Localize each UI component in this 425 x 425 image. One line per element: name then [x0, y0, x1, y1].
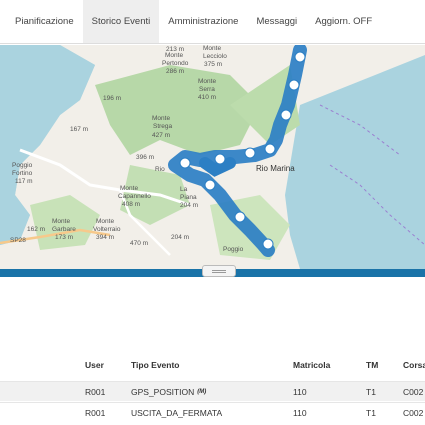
map-label: 408 m	[122, 201, 140, 208]
table-row[interactable]: R001 GPS_POSITION (M) 110 T1 C002	[0, 381, 425, 401]
col-matricola[interactable]: Matricola	[293, 352, 330, 378]
resize-handle[interactable]	[202, 265, 236, 277]
col-tm[interactable]: TM	[366, 352, 378, 378]
map-label: Strega	[153, 123, 173, 130]
route-line	[199, 157, 236, 177]
bus-marker	[179, 157, 191, 169]
col-user[interactable]: User	[85, 352, 104, 378]
cell-user: R001	[85, 407, 106, 418]
map-label: Monte	[198, 78, 216, 85]
map-label: Monte	[52, 218, 70, 225]
cell-tipo: GPS_POSITION (M)	[131, 382, 206, 401]
map-label: 117 m	[15, 178, 33, 185]
bus-marker	[214, 153, 226, 165]
col-corsa[interactable]: Corsa	[403, 352, 425, 378]
col-tipo-evento[interactable]: Tipo Evento	[131, 352, 180, 378]
map-label: Garbare	[52, 226, 76, 233]
map-label: 394 m	[96, 234, 114, 241]
cell-tm: T1	[366, 386, 376, 397]
map-canvas: 213 m Monte Pertondo 286 m Monte Lecciol…	[0, 45, 425, 269]
bus-marker	[264, 143, 276, 155]
map-label: Fortino	[12, 170, 33, 177]
cell-corsa: C002	[403, 386, 424, 397]
map-label: 162 m	[27, 226, 45, 233]
bus-marker	[234, 211, 246, 223]
map-label: 173 m	[55, 234, 73, 241]
tab-label: Pianificazione	[15, 16, 74, 27]
map-label: Rio	[155, 166, 165, 173]
map-label: 167 m	[70, 126, 88, 133]
map-label: Capannello	[118, 193, 151, 200]
tab-label: Amministrazione	[168, 16, 239, 27]
map-label: Poggio	[12, 162, 33, 169]
tab-aggiorn[interactable]: Aggiorn. OFF	[306, 0, 381, 43]
bus-marker	[294, 51, 306, 63]
map-label: Rio Marina	[256, 164, 295, 173]
map-label: Monte	[96, 218, 114, 225]
map-label: 427 m	[152, 132, 170, 139]
cell-tipo: USCITA_DA_FERMATA	[131, 407, 223, 418]
bus-marker	[288, 79, 300, 91]
tab-amministrazione[interactable]: Amministrazione	[159, 0, 247, 43]
tab-label: Storico Eventi	[91, 16, 151, 27]
map-view[interactable]: 213 m Monte Pertondo 286 m Monte Lecciol…	[0, 45, 425, 269]
cell-matricola: 110	[293, 407, 307, 418]
map-label: Serra	[199, 86, 215, 93]
map-label: 410 m	[198, 94, 216, 101]
cell-matricola: 110	[293, 386, 307, 397]
bus-marker	[244, 147, 256, 159]
map-label: Monte	[203, 45, 221, 52]
tab-storico-eventi[interactable]: Storico Eventi	[82, 0, 160, 43]
cell-tm: T1	[366, 407, 376, 418]
map-label: 204 m	[171, 234, 189, 241]
map-label: Pertondo	[162, 60, 189, 67]
manual-badge: (M)	[197, 388, 207, 395]
map-label: 470 m	[130, 240, 148, 247]
map-label: Monte	[120, 185, 138, 192]
cell-corsa: C002	[403, 407, 424, 418]
tab-label: Aggiorn. OFF	[315, 16, 373, 27]
map-label: Poggio	[223, 246, 244, 253]
table-header: User Tipo Evento Matricola TM Corsa	[0, 352, 425, 378]
map-label: Piana	[180, 194, 197, 201]
map-label: 204 m	[180, 202, 198, 209]
bus-marker	[204, 179, 216, 191]
map-label: Monte	[152, 115, 170, 122]
tab-messaggi[interactable]: Messaggi	[247, 0, 306, 43]
map-label: Monte	[165, 52, 183, 59]
map-label: La	[180, 186, 188, 193]
tab-pianificazione[interactable]: Pianificazione	[0, 0, 83, 43]
map-label: 375 m	[204, 61, 222, 68]
map-label: Volterraio	[93, 226, 121, 233]
cell-user: R001	[85, 386, 106, 397]
map-label: 286 m	[166, 68, 184, 75]
map-label: SP28	[10, 237, 26, 244]
map-label: 196 m	[103, 95, 121, 102]
tipo-text: GPS_POSITION	[131, 386, 195, 397]
map-label: 396 m	[136, 154, 154, 161]
bus-marker	[262, 238, 274, 250]
map-label: Lecciolo	[203, 53, 227, 60]
tab-label: Messaggi	[256, 16, 298, 27]
bus-marker	[280, 109, 292, 121]
table-row[interactable]: R001 USCITA_DA_FERMATA 110 T1 C002	[0, 402, 425, 422]
top-nav: Pianificazione Storico Eventi Amministra…	[0, 0, 425, 44]
